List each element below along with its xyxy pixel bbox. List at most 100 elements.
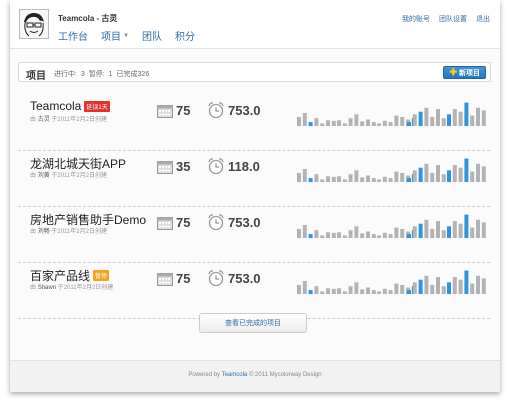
activity-bar	[430, 284, 435, 294]
activity-bar	[394, 283, 399, 294]
activity-bar	[476, 163, 480, 182]
owner-suffix: 于2011年2月2日创建	[51, 117, 107, 123]
activity-bar	[354, 282, 359, 294]
alarm-clock-icon	[208, 102, 224, 119]
my-account-link[interactable]: 我的账号	[402, 14, 430, 24]
activity-bar	[430, 172, 435, 182]
new-project-button[interactable]: ✚ 新项目	[443, 66, 486, 79]
activity-bar-chart	[297, 158, 486, 182]
activity-bar	[308, 122, 313, 126]
nav-workbench[interactable]: 工作台	[58, 28, 88, 43]
hours-count: 753.0	[228, 271, 261, 286]
owner-suffix: 于2011年2月2日创建	[51, 229, 107, 235]
activity-bar	[302, 281, 307, 294]
activity-bar	[297, 116, 301, 126]
project-row[interactable]: Teamcola 延误1天 由 古灵 于2011年2月2日创建 75 753.0	[10, 94, 500, 151]
nav-points[interactable]: 积分	[175, 28, 195, 43]
activity-bar	[481, 222, 486, 238]
activity-bar	[342, 179, 347, 182]
alarm-clock-icon	[208, 158, 224, 175]
activity-bar	[441, 230, 446, 238]
activity-bar	[342, 123, 347, 126]
nav-projects[interactable]: 项目 ▼	[101, 28, 129, 43]
in-progress-label: 进行中:	[54, 71, 77, 78]
activity-bar	[464, 102, 469, 126]
footer-brand-link[interactable]: Teamcola	[222, 372, 248, 378]
activity-bar	[400, 172, 405, 182]
project-row[interactable]: 房地产销售助手Demo 由 刘畅 于2011年2月2日创建 75 753.0	[10, 206, 500, 263]
avatar[interactable]	[19, 9, 49, 39]
hours-count: 753.0	[228, 215, 261, 230]
company-name: Teamcola - 古灵	[58, 14, 118, 23]
activity-bar-chart	[297, 270, 486, 294]
activity-bar	[377, 235, 381, 238]
activity-bar	[452, 221, 457, 238]
activity-bar	[481, 110, 486, 126]
calendar-icon	[157, 217, 173, 230]
days-count: 35	[176, 159, 191, 174]
activity-bar	[326, 176, 330, 182]
activity-bar	[388, 122, 393, 126]
activity-bar	[476, 107, 480, 126]
activity-bar	[447, 282, 451, 294]
project-row[interactable]: 百家产品线 暂停 由 Shawn 于2011年2月2日创建 75 753.0	[10, 262, 500, 319]
activity-bar	[418, 111, 423, 126]
owner-suffix: 于2011年2月2日创建	[51, 173, 107, 179]
activity-bar	[476, 275, 480, 294]
team-settings-link[interactable]: 团队设置	[439, 14, 467, 24]
activity-bar	[407, 178, 411, 182]
owner-prefix: 由	[30, 173, 37, 179]
hours-count: 753.0	[228, 103, 261, 118]
project-summary-bar: 项目 进行中: 3 暂停: 1 已完成326 ✚ 新项目	[18, 62, 491, 82]
activity-bar	[371, 122, 376, 126]
activity-bar	[441, 118, 446, 126]
hours-count: 118.0	[228, 159, 260, 174]
days-count: 75	[176, 103, 191, 118]
activity-bar	[308, 290, 313, 294]
paused-label: 暂停:	[88, 71, 105, 78]
owner-name: 古灵	[37, 117, 50, 123]
new-project-label: 新项目	[459, 69, 480, 77]
activity-bar	[320, 235, 325, 238]
activity-bar	[470, 227, 475, 238]
activity-bar	[326, 232, 330, 238]
paused-count: 1	[108, 71, 113, 78]
activity-bar	[407, 290, 411, 294]
nav-label: 团队	[141, 32, 162, 43]
project-owner: 由 Shawn 于2011年2月2日创建	[30, 282, 113, 291]
logout-link[interactable]: 退出	[476, 14, 490, 24]
days-count: 75	[176, 271, 191, 286]
activity-bar	[382, 120, 387, 126]
alarm-clock-icon	[208, 214, 224, 231]
view-completed-button[interactable]: 查看已完成的项目	[199, 313, 307, 333]
activity-bar	[360, 177, 365, 182]
activity-bar	[436, 165, 440, 182]
activity-bar	[481, 166, 486, 182]
owner-name: 刘畅	[37, 229, 50, 235]
activity-bar	[320, 123, 325, 126]
activity-bar	[297, 284, 301, 294]
activity-bar	[418, 279, 423, 294]
activity-bar	[354, 226, 359, 238]
activity-bar	[430, 228, 435, 238]
activity-bar	[464, 270, 469, 294]
activity-bar	[481, 278, 486, 294]
activity-bar	[302, 225, 307, 238]
header: Teamcola - 古灵 工作台 项目 ▼ 团队 积分 我的账号 团队设置 退出	[10, 0, 500, 49]
activity-bar	[458, 111, 463, 126]
activity-bar	[366, 287, 370, 294]
footer-suffix: © 2011 Mycolorway Design	[248, 372, 322, 378]
nav-team[interactable]: 团队	[142, 28, 162, 43]
project-name[interactable]: Teamcola	[30, 99, 81, 113]
nav-label: 项目	[101, 32, 121, 43]
activity-bar	[348, 118, 353, 126]
activity-bar	[371, 290, 376, 294]
project-row[interactable]: 龙湖北城天街APP 由 刘黄 于2011年2月2日创建 35 118.0	[10, 150, 500, 207]
activity-bar	[377, 179, 381, 182]
activity-bar	[382, 288, 387, 294]
project-owner: 由 刘黄 于2011年2月2日创建	[30, 170, 107, 179]
activity-bar	[320, 291, 325, 294]
status-badge: 暂停	[93, 270, 110, 281]
project-name-wrap: Teamcola 延误1天	[30, 99, 110, 113]
activity-bar	[407, 234, 411, 238]
